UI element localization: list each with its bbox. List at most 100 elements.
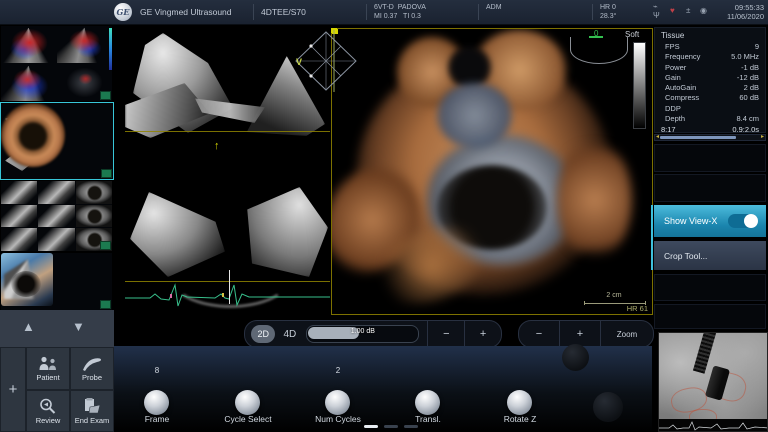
mode-gain-control-group: 2D 4D 1.00 dB − + (244, 320, 502, 348)
patient-icon (37, 356, 59, 371)
loop-scrollbar[interactable]: ◂ ▸ (654, 134, 766, 141)
knob-label: Transl. (388, 414, 468, 424)
thumbnail-color-doppler[interactable] (1, 26, 112, 101)
thumbnail-4d-crop[interactable] (1, 253, 112, 310)
patient-button[interactable]: Patient (26, 347, 70, 390)
gain-slider[interactable]: 1.00 dB (306, 325, 419, 343)
eye-icon: ◉ (700, 6, 707, 15)
multislice-grid-image (1, 181, 112, 251)
thumbnail-4d-selected[interactable] (0, 102, 114, 180)
probe-button[interactable]: Probe (70, 347, 114, 390)
show-view-x-button[interactable]: Show View-X (654, 205, 766, 237)
zoom-button[interactable]: Zoom (600, 321, 653, 347)
ecg-trace (125, 282, 330, 310)
softkey-page-dot[interactable] (404, 425, 418, 428)
softkey-page-dot[interactable] (384, 425, 398, 428)
mode-4d-button[interactable]: 4D (283, 329, 296, 340)
num-cycles-knob[interactable] (325, 390, 350, 415)
top-status-bar: GE GE Vingmed Ultrasound 4DTEE/S70 6VT-D… (0, 0, 768, 25)
network-icon: ⌁ (653, 2, 658, 11)
review-button[interactable]: Review (26, 390, 70, 432)
ecg-heart-icon: ♥ (670, 6, 675, 15)
crop-tool-button[interactable]: Crop Tool... (654, 241, 766, 270)
end-exam-icon (82, 398, 102, 414)
divider (592, 4, 593, 20)
tissue-settings-panel: Tissue FPS9 Frequency5.0 MHz Power-1 dB … (654, 27, 766, 133)
system-nav-panel: ▲ ▼ + Patient Probe Review End Exam (0, 310, 114, 432)
fluoroscopy-thumbnail[interactable] (658, 332, 768, 432)
review-icon (38, 398, 58, 414)
ultrasound-screen: GE GE Vingmed Ultrasound 4DTEE/S70 6VT-D… (0, 0, 768, 432)
thumb-tag (100, 300, 111, 309)
thumbnail-multislice[interactable] (1, 181, 112, 251)
unassigned-knob[interactable] (593, 392, 623, 422)
setting-row: DDP (655, 104, 765, 114)
valve-3d-render (342, 45, 642, 307)
ecg-frame-cursor[interactable] (229, 270, 230, 304)
ge-logo: GE (114, 3, 132, 21)
pointer-cursor-icon: ↑ (214, 140, 220, 152)
probe-info: 6VT-D PADOVAMI 0.37 TI 0.3 (374, 3, 426, 21)
divider (253, 4, 254, 20)
setting-row: AutoGain2 dB (655, 83, 765, 93)
end-exam-button[interactable]: End Exam (70, 390, 114, 432)
valve-3d-thumb-render (1, 103, 65, 167)
fluoro-ecg-trace (659, 420, 768, 432)
settings-title: Tissue (655, 28, 765, 42)
unassigned-knob[interactable] (562, 344, 589, 371)
scale-label: 2 cm (582, 292, 646, 299)
render-3d-viewport[interactable]: 0 Soft 2 cm HR 61 (331, 28, 653, 315)
active-menu-edge (651, 205, 653, 270)
reference-2d-pane-bottom[interactable] (125, 162, 330, 310)
setting-row: FPS9 (655, 42, 765, 52)
scroll-down-button[interactable]: ▼ (72, 319, 85, 334)
setting-row: Power-1 dB (655, 63, 765, 73)
thumb-tag (101, 169, 112, 178)
zoom-control-group: − + Zoom (518, 320, 654, 348)
softmenu-empty-slot (654, 174, 766, 202)
frame-knob[interactable] (144, 390, 169, 415)
zoom-in-button[interactable]: + (559, 321, 600, 347)
orientation-wireframe-icon (294, 28, 358, 94)
doppler-colorbar (109, 28, 112, 70)
knob-label: Frame (117, 414, 197, 424)
setting-row: Gain-12 dB (655, 73, 765, 83)
softkey-knob-strip: 8 Frame Cycle Select 2 Num Cycles Transl… (114, 346, 652, 432)
gain-increase-button[interactable]: + (464, 321, 501, 347)
probe-icon (81, 356, 103, 371)
expand-button[interactable]: + (0, 347, 26, 432)
heart-rate-temp: HR 028.3° (600, 3, 616, 21)
thumb-tag (100, 241, 111, 250)
thumb-tag (100, 91, 111, 100)
doppler-quad-image (1, 26, 112, 101)
scroll-up-button[interactable]: ▲ (22, 319, 35, 334)
divider (366, 4, 367, 20)
zoom-out-button[interactable]: − (519, 321, 559, 347)
translate-knob[interactable] (415, 390, 440, 415)
mode-2d-button[interactable]: 2D (251, 325, 275, 343)
softkey-page-dot[interactable] (364, 425, 378, 428)
knob-value: 8 (137, 366, 177, 375)
knob-label: Num Cycles (298, 414, 378, 424)
gain-decrease-button[interactable]: − (427, 321, 464, 347)
v-plane-marker: V (296, 57, 302, 67)
softmenu-empty-slot (654, 304, 766, 329)
rotate-z-knob[interactable] (507, 390, 532, 415)
render-mode-label: Soft (625, 30, 639, 39)
brand-name: GE Vingmed Ultrasound (140, 7, 232, 17)
hr-readout: HR 61 (627, 304, 648, 313)
import-export-icon: ± (686, 6, 690, 15)
loop-scrollbar-thumb[interactable] (660, 136, 736, 139)
softmenu-empty-slot (654, 144, 766, 172)
setting-row: Compress60 dB (655, 93, 765, 103)
usb-icon: Ψ (653, 11, 660, 20)
divider (478, 4, 479, 20)
plane-reference-line (125, 131, 330, 132)
softmenu-empty-slot (654, 274, 766, 301)
crop-tool-label: Crop Tool... (664, 251, 707, 261)
show-view-x-toggle[interactable] (728, 214, 758, 228)
knob-label: Cycle Select (208, 414, 288, 424)
show-view-x-label: Show View-X (664, 216, 717, 226)
cycle-select-knob[interactable] (235, 390, 260, 415)
grayscale-bar (633, 42, 646, 129)
